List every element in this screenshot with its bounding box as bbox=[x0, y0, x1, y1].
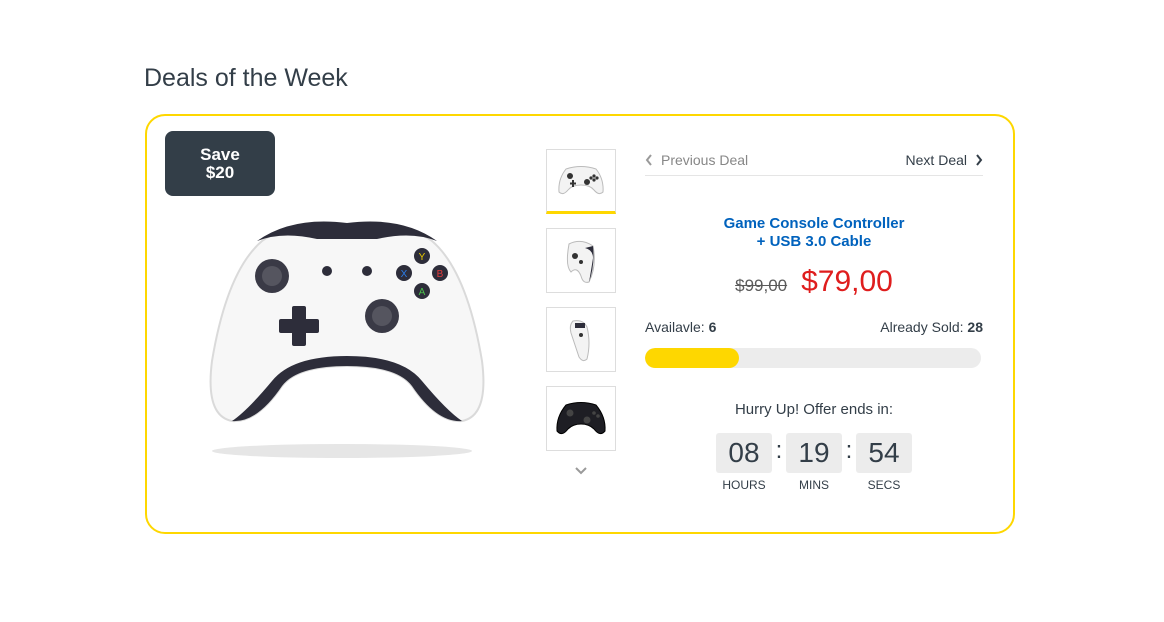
countdown-separator: : bbox=[845, 437, 853, 464]
countdown-hours-value: 08 bbox=[716, 433, 772, 473]
previous-deal-label: Previous Deal bbox=[661, 151, 749, 168]
stock-row: Availavle: 6 Already Sold: 28 bbox=[645, 319, 983, 335]
chevron-left-icon bbox=[645, 153, 652, 166]
product-name-line1: Game Console Controller bbox=[723, 215, 905, 232]
sold-value: 28 bbox=[967, 319, 983, 335]
white-controller-edge-icon bbox=[569, 319, 590, 361]
available-label: Availavle: bbox=[645, 319, 705, 335]
white-controller-side-icon bbox=[566, 240, 595, 283]
countdown-hours: 08 HOURS bbox=[716, 433, 772, 492]
countdown-title: Hurry Up! Offer ends in: bbox=[734, 401, 894, 418]
countdown-mins: 19 MINS bbox=[786, 433, 842, 492]
svg-text:X: X bbox=[401, 269, 408, 280]
next-deal-link[interactable]: Next Deal bbox=[906, 152, 983, 168]
sold-progress-bar bbox=[645, 348, 981, 368]
available-value: 6 bbox=[708, 319, 717, 335]
countdown-mins-value: 19 bbox=[786, 433, 842, 473]
thumbnail-white-controller-edge[interactable] bbox=[546, 307, 616, 372]
price-row: $99,00 $79,00 bbox=[645, 265, 983, 299]
old-price: $99,00 bbox=[735, 276, 788, 295]
next-deal-label: Next Deal bbox=[905, 151, 967, 168]
sold-label: Already Sold: bbox=[880, 319, 964, 335]
white-controller-front-icon bbox=[558, 165, 604, 194]
chevron-down-icon[interactable] bbox=[571, 461, 591, 481]
save-badge-label: Save bbox=[200, 145, 240, 164]
thumbnail-list bbox=[546, 149, 618, 465]
deal-info: Previous Deal Next Deal Game Console Con… bbox=[645, 144, 983, 492]
countdown-separator: : bbox=[775, 437, 783, 464]
countdown-hours-label: HOURS bbox=[722, 478, 766, 492]
countdown-timer: 08 HOURS : 19 MINS : 54 SECS bbox=[645, 433, 983, 492]
product-name-link[interactable]: Game Console Controller + USB 3.0 Cable bbox=[645, 215, 983, 251]
previous-deal-link[interactable]: Previous Deal bbox=[645, 152, 748, 168]
countdown-secs-label: SECS bbox=[867, 478, 901, 492]
countdown-secs: 54 SECS bbox=[856, 433, 912, 492]
thumbnail-white-controller-front[interactable] bbox=[546, 149, 616, 214]
save-badge-amount: $20 bbox=[205, 163, 235, 182]
deal-card: Save $20 Y X B A Previous Deal Next Deal… bbox=[145, 114, 1015, 534]
svg-text:Y: Y bbox=[419, 252, 426, 263]
section-title: Deals of the Week bbox=[144, 64, 348, 92]
deal-navigation: Previous Deal Next Deal bbox=[645, 144, 983, 176]
sold-count: Already Sold: 28 bbox=[880, 319, 983, 335]
svg-text:B: B bbox=[437, 269, 444, 280]
svg-text:A: A bbox=[419, 287, 426, 298]
countdown-mins-label: MINS bbox=[799, 478, 829, 492]
thumbnail-black-controller[interactable] bbox=[546, 386, 616, 451]
save-badge: Save $20 bbox=[165, 131, 275, 196]
available-count: Availavle: 6 bbox=[645, 319, 716, 335]
chevron-right-icon bbox=[976, 153, 983, 166]
sale-price: $79,00 bbox=[801, 265, 893, 298]
thumbnail-white-controller-side[interactable] bbox=[546, 228, 616, 293]
product-name-line2: + USB 3.0 Cable bbox=[756, 233, 872, 250]
sold-progress-fill bbox=[645, 348, 740, 368]
black-controller-icon bbox=[556, 401, 606, 434]
countdown-secs-value: 54 bbox=[856, 433, 912, 473]
product-main-image[interactable]: Y X B A bbox=[197, 211, 497, 471]
